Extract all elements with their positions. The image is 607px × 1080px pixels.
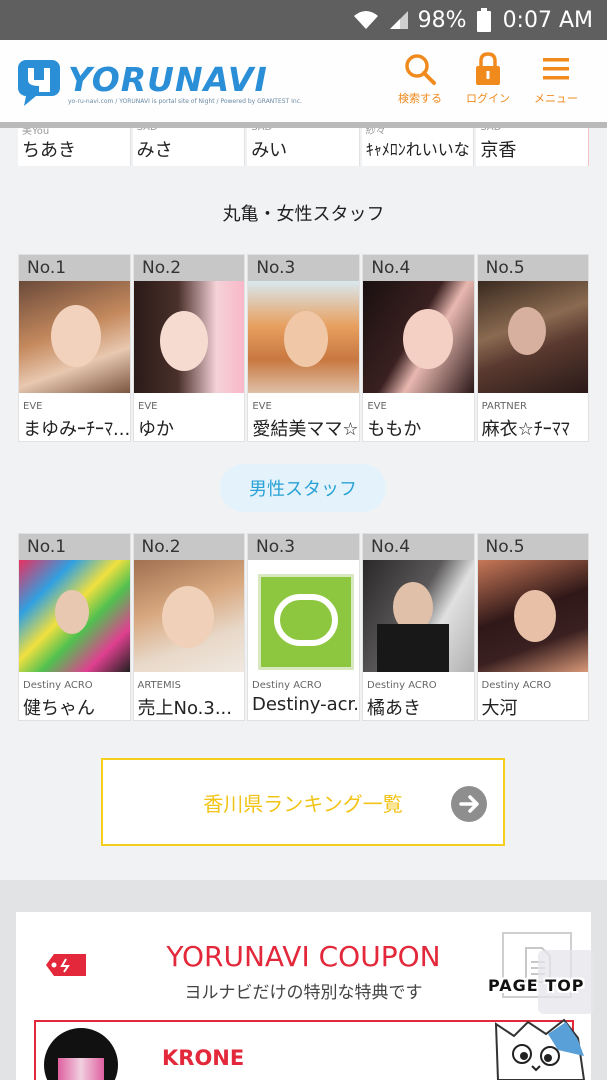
logo-tagline: yo-ru-navi.com / YORUNAVI is portal site… [68,98,302,105]
clock: 0:07 AM [502,7,593,33]
page-top-button[interactable]: PAGE TOP [488,950,598,1080]
rank-number: No.2 [134,255,245,281]
female-staff-heading: 丸亀・女性スタッフ [222,204,385,225]
staff-name: まゆみｰﾁｰﾏ... [23,419,130,440]
staff-name: 売上No.3... [137,698,233,719]
male-ranking-row: No.1 Destiny ACRO 健ちゃん No.2 ARTEMIS 売上No… [18,533,589,721]
search-button[interactable]: 検索する [388,52,452,112]
staff-name: ももか [367,419,422,440]
staff-shop: EVE [23,401,43,412]
staff-shop: PARTNER [481,401,527,412]
battery-icon [476,8,491,32]
staff-photo [248,281,360,393]
staff-name: 京香 [480,140,517,161]
ranking-link-label: 香川県ランキング一覧 [203,791,403,816]
staff-shop: Destiny ACRO [252,680,322,691]
ranking-card[interactable]: No.1 Destiny ACRO 健ちゃん [18,533,131,721]
staff-name: みさ [136,140,173,161]
staff-photo [19,560,130,672]
staff-photo [477,560,588,672]
rank-number: No.4 [363,255,474,281]
shop-logo-photo [248,560,359,672]
page: 98% 0:07 AM 美You ちあき SAD みさ SAD みい 紗々 ｷｬ… [0,0,607,1080]
staff-shop: EVE [367,401,387,412]
rank-number: No.1 [19,534,130,560]
kagawa-ranking-link[interactable]: 香川県ランキング一覧 [101,758,505,846]
rank-number: No.5 [477,255,588,281]
staff-shop: Destiny ACRO [23,680,93,691]
staff-name: 愛結美ママ☆... [252,419,359,440]
staff-name: 橘あき [367,698,421,719]
staff-photo [19,281,130,393]
logo-text: YORUNAVI [68,60,268,99]
rank-number: No.2 [133,534,244,560]
rank-number: No.1 [19,255,130,281]
staff-name: 麻衣☆ﾁｰﾏﾏ [481,419,570,440]
rank-number: No.3 [248,534,359,560]
staff-photo [363,560,474,672]
ranking-card[interactable]: No.4 EVE ももか [362,254,475,442]
staff-name: 大河 [481,698,518,719]
rank-number: No.5 [477,534,588,560]
ranking-card[interactable]: No.2 EVE ゆか [133,254,246,442]
ranking-card[interactable]: No.4 Destiny ACRO 橘あき [362,533,475,721]
rank-number: No.3 [248,255,360,281]
search-label: 検索する [398,92,442,105]
signal-icon [388,9,410,31]
staff-shop: EVE [138,401,158,412]
ranking-card[interactable]: No.1 EVE まゆみｰﾁｰﾏ... [18,254,131,442]
staff-card[interactable]: 美You ちあき [18,126,131,166]
arrow-right-icon [451,786,487,822]
male-staff-heading: 男性スタッフ [220,464,386,512]
staff-name: ゆか [138,419,174,440]
login-button[interactable]: ログイン [456,52,520,112]
staff-shop: Destiny ACRO [367,680,437,691]
staff-photo [134,281,245,393]
cat-mascot-icon [494,950,594,1080]
staff-name: ｷｬﾒﾛﾝれいいな [365,140,470,159]
rank-number: No.4 [363,534,474,560]
staff-photo [133,560,244,672]
search-icon [405,54,436,85]
staff-photo [363,281,474,393]
menu-label: メニュー [534,92,578,105]
staff-shop: EVE [252,401,272,412]
staff-photo [477,281,588,393]
hamburger-menu-icon [543,58,569,80]
ranking-card[interactable]: No.5 Destiny ACRO 大河 [476,533,589,721]
wifi-icon [352,9,380,31]
logo-mark-icon [18,60,60,106]
coupon-shop-name: KRONE [162,1046,245,1070]
login-label: ログイン [466,92,510,105]
lock-icon [476,52,500,85]
ranking-card[interactable]: No.3 EVE 愛結美ママ☆... [247,254,361,442]
page-top-label: PAGE TOP [488,976,585,995]
staff-card[interactable]: 紗々 ｷｬﾒﾛﾝれいいな [361,126,475,166]
female-ranking-row: No.1 EVE まゆみｰﾁｰﾏ... No.2 EVE ゆか No.3 EVE… [18,254,589,442]
ranking-card[interactable]: No.3 Destiny ACRO Destiny-acr... [247,533,360,721]
ranking-card[interactable]: No.5 PARTNER 麻衣☆ﾁｰﾏﾏ [476,254,589,442]
staff-shop: Destiny ACRO [481,680,552,691]
staff-name: ちあき [22,140,76,161]
staff-name: みい [251,140,288,161]
staff-name: Destiny-acr... [252,694,359,715]
staff-row-top: 美You ちあき SAD みさ SAD みい 紗々 ｷｬﾒﾛﾝれいいな SAD … [18,122,589,166]
staff-shop: ARTEMIS [137,680,181,691]
ranking-card[interactable]: No.2 ARTEMIS 売上No.3... [132,533,245,721]
staff-card[interactable]: SAD みい [247,122,360,166]
staff-card[interactable]: SAD みさ [132,122,246,166]
site-logo[interactable]: YORUNAVI yo-ru-navi.com / YORUNAVI is po… [16,58,306,114]
battery-percent: 98% [417,7,467,33]
staff-card[interactable]: SAD 京香 [476,122,589,166]
site-header: YORUNAVI yo-ru-navi.com / YORUNAVI is po… [0,40,607,128]
status-bar: 98% 0:07 AM [0,0,607,40]
staff-name: 健ちゃん [23,698,95,719]
menu-button[interactable]: メニュー [524,52,588,112]
